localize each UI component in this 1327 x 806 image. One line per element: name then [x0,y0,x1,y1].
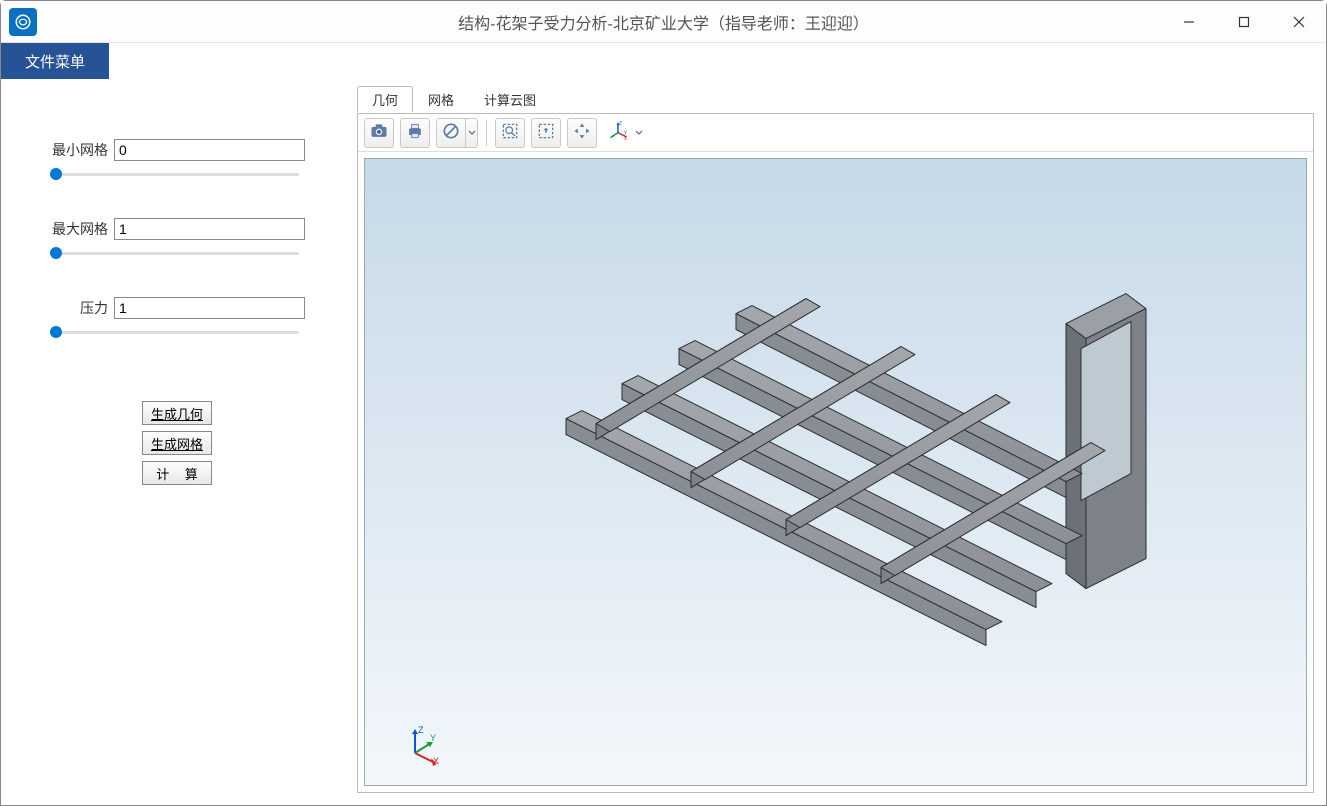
svg-text:Z: Z [619,121,622,127]
print-button[interactable] [400,118,430,148]
sidebar: 最小网格 最大网格 压力 [1,79,353,805]
tab-cloud[interactable]: 计算云图 [469,86,551,112]
printer-icon [405,121,425,144]
model-render [506,254,1166,674]
fit-icon [536,121,556,144]
max-mesh-label: 最大网格 [49,219,108,239]
svg-text:Y: Y [430,733,436,743]
max-mesh-slider[interactable] [49,244,305,262]
axis-view-dropdown[interactable]: Z Y X [603,118,645,148]
pressure-slider[interactable] [49,323,305,341]
chevron-down-icon[interactable] [633,118,645,148]
app-icon [9,8,37,36]
expand-view-button[interactable] [567,118,597,148]
compute-button[interactable]: 计 算 [142,461,212,485]
generate-geometry-button[interactable]: 生成几何 [142,401,212,425]
file-menu[interactable]: 文件菜单 [1,43,109,79]
pressure-input[interactable] [114,297,305,319]
toolbar: Z Y X [358,114,1313,152]
axis-triad: Z Y X [401,725,441,765]
layer-button[interactable] [436,118,466,148]
main-panel: 几何 网格 计算云图 [353,79,1326,805]
axis-icon: Z Y X [608,121,628,144]
tab-strip: 几何 网格 计算云图 [357,85,1314,111]
screenshot-button[interactable] [364,118,394,148]
titlebar: 结构-花架子受力分析-北京矿业大学（指导老师：王迎迎） [1,1,1326,43]
zoom-box-icon [500,121,520,144]
param-pressure: 压力 [49,297,305,341]
param-max-mesh: 最大网格 [49,218,305,262]
viewport-3d[interactable]: Z Y X [364,158,1307,786]
close-button[interactable] [1271,1,1326,42]
toolbar-separator [486,120,487,146]
tab-geometry[interactable]: 几何 [357,86,413,112]
action-buttons: 生成几何 生成网格 计 算 [49,401,305,485]
zoom-area-button[interactable] [495,118,525,148]
layer-dropdown[interactable] [436,118,478,148]
tab-mesh[interactable]: 网格 [413,86,469,112]
param-min-mesh: 最小网格 [49,139,305,183]
minimize-button[interactable] [1161,1,1216,42]
min-mesh-label: 最小网格 [49,140,108,160]
svg-text:Z: Z [418,725,424,735]
menubar: 文件菜单 [1,43,1326,79]
viewer-frame: Z Y X [357,113,1314,793]
window-controls [1161,1,1326,42]
maximize-button[interactable] [1216,1,1271,42]
fit-view-button[interactable] [531,118,561,148]
camera-icon [369,121,389,144]
axis-view-button[interactable]: Z Y X [603,118,633,148]
chevron-down-icon[interactable] [466,118,478,148]
generate-mesh-button[interactable]: 生成网格 [142,431,212,455]
max-mesh-input[interactable] [114,218,305,240]
content: 最小网格 最大网格 压力 [1,79,1326,805]
svg-text:X: X [624,136,628,141]
no-entry-icon [441,121,461,144]
min-mesh-input[interactable] [114,139,305,161]
expand-icon [572,121,592,144]
svg-text:X: X [433,756,439,766]
pressure-label: 压力 [49,298,108,318]
window-title: 结构-花架子受力分析-北京矿业大学（指导老师：王迎迎） [1,10,1326,34]
min-mesh-slider[interactable] [49,165,305,183]
